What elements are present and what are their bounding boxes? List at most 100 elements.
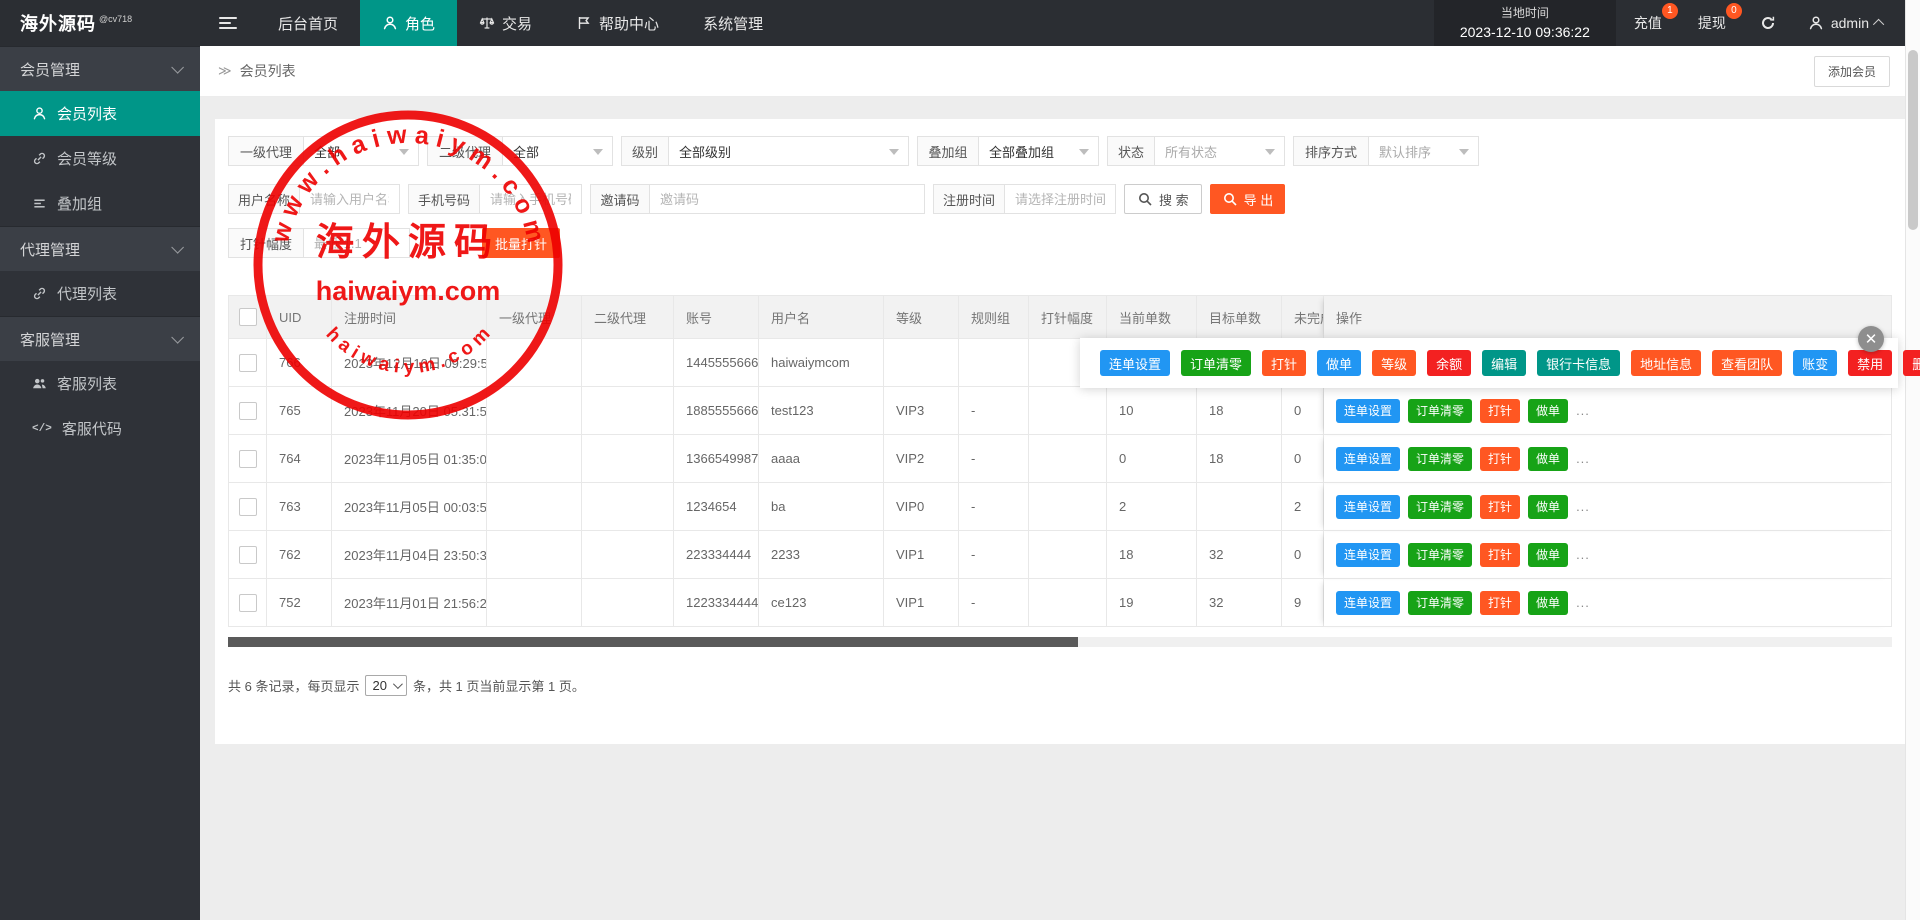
sidebar-item-agent-list[interactable]: 代理列表 — [0, 271, 200, 316]
sidebar-group-member-mgmt[interactable]: 会员管理 — [0, 46, 200, 91]
close-icon[interactable]: ✕ — [1858, 326, 1884, 352]
popup-address-info-button[interactable]: 地址信息 — [1631, 350, 1701, 376]
nav-item-home[interactable]: 后台首页 — [256, 0, 360, 46]
more-actions[interactable]: ... — [1576, 499, 1590, 514]
popup-inject-button[interactable]: 打针 — [1262, 350, 1306, 376]
status-select[interactable]: 所有状态 — [1155, 136, 1285, 166]
inject-button[interactable]: 打针 — [1480, 399, 1520, 423]
sidebar-item-service-code[interactable]: </>客服代码 — [0, 406, 200, 451]
invite-code-input[interactable] — [650, 184, 925, 214]
username-input[interactable] — [300, 184, 400, 214]
popup-order-reset-button[interactable]: 订单清零 — [1181, 350, 1251, 376]
withdraw-button[interactable]: 提现 0 — [1680, 0, 1744, 46]
order-reset-button[interactable]: 订单清零 — [1408, 543, 1472, 567]
sidebar-collapse-icon[interactable] — [200, 0, 256, 46]
popup-account-change-button[interactable]: 账变 — [1793, 350, 1837, 376]
nav-item-trade[interactable]: 交易 — [457, 0, 554, 46]
agent2-filter: 二级代理全部 — [427, 136, 613, 166]
cell-range — [1029, 531, 1107, 579]
order-reset-button[interactable]: 订单清零 — [1408, 447, 1472, 471]
popup-make-order-button[interactable]: 做单 — [1317, 350, 1361, 376]
batch-inject-button[interactable]: 批量打针 — [482, 228, 560, 258]
selected-value: 默认排序 — [1379, 142, 1431, 161]
select-all-checkbox[interactable] — [239, 308, 257, 326]
local-time-label: 当地时间 — [1460, 4, 1590, 22]
row-checkbox[interactable] — [239, 354, 257, 372]
reg-time-input[interactable] — [1005, 184, 1116, 214]
make-order-button[interactable]: 做单 — [1528, 495, 1568, 519]
inject-range-input[interactable] — [304, 228, 410, 258]
agent2-select[interactable]: 全部 — [503, 136, 613, 166]
level-select[interactable]: 全部级别 — [669, 136, 909, 166]
inject-button[interactable]: 打针 — [1480, 543, 1520, 567]
nav-item-role[interactable]: 角色 — [360, 0, 457, 46]
more-actions[interactable]: ... — [1576, 451, 1590, 466]
row-checkbox[interactable] — [239, 546, 257, 564]
row-checkbox[interactable] — [239, 402, 257, 420]
popup-disable-button[interactable]: 禁用 — [1848, 350, 1892, 376]
agent1-select[interactable]: 全部 — [304, 136, 419, 166]
withdraw-label: 提现 — [1698, 13, 1726, 33]
make-order-button[interactable]: 做单 — [1528, 447, 1568, 471]
inject-button[interactable]: 打针 — [1480, 591, 1520, 615]
sort-select[interactable]: 默认排序 — [1369, 136, 1479, 166]
page: 海外源码 @cv718 后台首页角色交易帮助中心系统管理 当地时间 2023-1… — [0, 0, 1920, 920]
vertical-scrollbar-thumb[interactable] — [1908, 50, 1918, 230]
filter-label: 级别 — [621, 136, 669, 166]
popup-chain-order-settings-button[interactable]: 连单设置 — [1100, 350, 1170, 376]
sidebar-item-member-list[interactable]: 会员列表 — [0, 91, 200, 136]
user-icon — [32, 106, 47, 121]
popup-balance-button[interactable]: 余额 — [1427, 350, 1471, 376]
search-button[interactable]: 搜 索 — [1124, 184, 1202, 214]
cell-target: 18 — [1197, 435, 1282, 483]
cell-rule — [959, 339, 1029, 387]
recharge-button[interactable]: 充值 1 — [1616, 0, 1680, 46]
sidebar-group-service-mgmt[interactable]: 客服管理 — [0, 316, 200, 361]
stack-group-select[interactable]: 全部叠加组 — [979, 136, 1099, 166]
nav-item-help-center[interactable]: 帮助中心 — [554, 0, 681, 46]
chain-order-settings-button[interactable]: 连单设置 — [1336, 543, 1400, 567]
column-header-0: UID — [267, 296, 332, 339]
popup-delete-button[interactable]: 删除 — [1903, 350, 1920, 376]
order-reset-button[interactable]: 订单清零 — [1408, 399, 1472, 423]
more-actions[interactable]: ... — [1576, 547, 1590, 562]
sidebar-item-service-list[interactable]: 客服列表 — [0, 361, 200, 406]
chain-order-settings-button[interactable]: 连单设置 — [1336, 399, 1400, 423]
make-order-button[interactable]: 做单 — [1528, 399, 1568, 423]
nav-item-system-mgmt[interactable]: 系统管理 — [681, 0, 785, 46]
chain-order-settings-button[interactable]: 连单设置 — [1336, 495, 1400, 519]
row-checkbox[interactable] — [239, 594, 257, 612]
add-member-button[interactable]: 添加会员 — [1814, 56, 1890, 87]
horizontal-scrollbar-thumb[interactable] — [228, 637, 1078, 647]
chevron-down-icon — [393, 679, 403, 689]
popup-bank-card-info-button[interactable]: 银行卡信息 — [1537, 350, 1620, 376]
popup-edit-button[interactable]: 编辑 — [1482, 350, 1526, 376]
inject-button[interactable]: 打针 — [1480, 447, 1520, 471]
make-order-button[interactable]: 做单 — [1528, 543, 1568, 567]
popup-level-button[interactable]: 等级 — [1372, 350, 1416, 376]
more-actions[interactable]: ... — [1576, 403, 1590, 418]
order-reset-button[interactable]: 订单清零 — [1408, 591, 1472, 615]
page-size-select[interactable]: 20 — [365, 675, 406, 696]
row-checkbox[interactable] — [239, 498, 257, 516]
more-actions[interactable]: ... — [1576, 595, 1590, 610]
sidebar-group-agent-mgmt[interactable]: 代理管理 — [0, 226, 200, 271]
sidebar-item-stack-group[interactable]: 叠加组 — [0, 181, 200, 226]
sidebar-item-label: 叠加组 — [57, 193, 102, 214]
filter-row-2: 用户名称手机号码邀请码注册时间搜 索导 出 — [228, 184, 1892, 214]
pagination: 共 6 条记录，每页显示 20 条，共 1 页当前显示第 1 页。 — [228, 675, 1892, 696]
phone-input[interactable] — [480, 184, 582, 214]
sidebar-item-member-level[interactable]: 会员等级 — [0, 136, 200, 181]
chain-order-settings-button[interactable]: 连单设置 — [1336, 591, 1400, 615]
refresh-button[interactable] — [1744, 0, 1792, 46]
export-button-label: 导 出 — [1244, 190, 1274, 209]
admin-menu[interactable]: admin — [1792, 0, 1906, 46]
chain-order-settings-button[interactable]: 连单设置 — [1336, 447, 1400, 471]
row-checkbox[interactable] — [239, 450, 257, 468]
make-order-button[interactable]: 做单 — [1528, 591, 1568, 615]
popup-view-team-button[interactable]: 查看团队 — [1712, 350, 1782, 376]
filter-label: 手机号码 — [408, 184, 480, 214]
export-button[interactable]: 导 出 — [1210, 184, 1286, 214]
inject-button[interactable]: 打针 — [1480, 495, 1520, 519]
order-reset-button[interactable]: 订单清零 — [1408, 495, 1472, 519]
